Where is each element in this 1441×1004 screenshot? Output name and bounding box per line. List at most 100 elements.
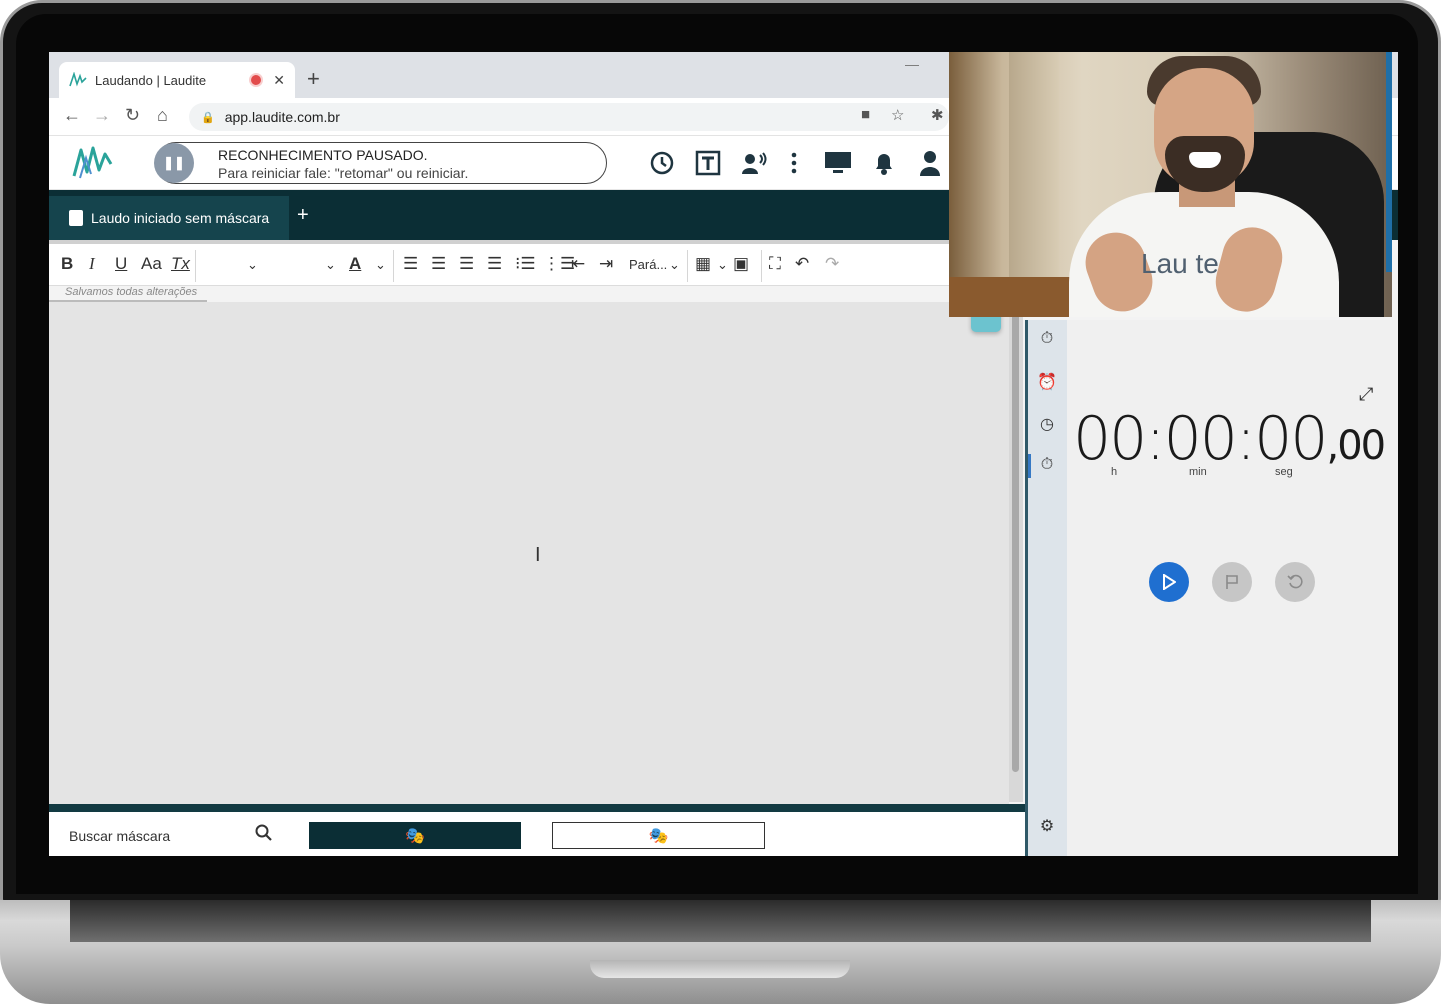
editor-scrollbar-thumb[interactable]: [1012, 312, 1019, 772]
expand-icon[interactable]: ⤢: [1359, 384, 1373, 405]
toolbar-divider: [195, 250, 196, 282]
laudite-favicon-icon: [69, 71, 87, 88]
stopwatch-main-value: 00:00:00: [1073, 404, 1328, 474]
editor-area[interactable]: [49, 302, 1009, 804]
recognition-status-title: RECONHECIMENTO PAUSADO.: [218, 147, 428, 163]
theater-mask-icon: 🎭: [405, 827, 425, 845]
editor-toolbar: B I U Aa Tx ⌄ ⌄ A ⌄ ☰ ☰ ☰ ☰ ⁝☰ ⋮☰ ⇤ ⇥ Pa…: [49, 240, 949, 286]
lock-icon: 🔒: [201, 111, 215, 124]
forward-arrow-icon[interactable]: →: [93, 105, 111, 126]
history-icon[interactable]: [647, 148, 677, 178]
recording-indicator-icon: [251, 75, 262, 85]
camera-icon[interactable]: ■: [861, 106, 870, 123]
stopwatch-icon[interactable]: ⏱: [1034, 456, 1060, 474]
alarm-icon[interactable]: ⏰: [1034, 372, 1060, 392]
back-arrow-icon[interactable]: ←: [63, 105, 81, 126]
toolbar-divider: [687, 250, 688, 282]
stopwatch-panel: ⤢ 00:00:00,00 h min seg: [1067, 320, 1398, 856]
text-template-icon[interactable]: [693, 148, 723, 178]
pause-recognition-button[interactable]: ❚❚: [154, 143, 194, 183]
voice-command-icon[interactable]: [739, 148, 769, 178]
stopwatch-display: 00:00:00,00: [1073, 404, 1386, 474]
mask-button-secondary[interactable]: 🎭: [552, 822, 765, 849]
webcam-edge: [1386, 52, 1392, 272]
webcam-overlay: Lau te: [949, 52, 1392, 317]
laptop-hinge: [70, 900, 1371, 942]
toolbar-divider: [393, 250, 394, 282]
table-icon[interactable]: ▦: [695, 254, 711, 274]
recognition-status-hint: Para reiniciar fale: "retomar" ou reinic…: [218, 165, 469, 181]
user-icon[interactable]: [915, 148, 945, 178]
text-cursor-icon: I: [535, 544, 541, 566]
align-justify-icon[interactable]: ☰: [487, 254, 502, 274]
bottom-divider: [49, 804, 1025, 812]
more-vert-icon[interactable]: [779, 148, 809, 178]
stopwatch-label-hours: h: [1111, 466, 1118, 478]
table-dropdown-icon[interactable]: ⌄: [717, 257, 728, 273]
extensions-icon[interactable]: ✱: [931, 106, 944, 124]
screen: Laudando | Laudite ✕ + — ← → ↻ ⌂ 🔒 app.l…: [49, 52, 1398, 856]
font-size-dropdown-icon[interactable]: ⌄: [325, 257, 336, 273]
url-text: app.laudite.com.br: [224, 109, 340, 125]
settings-gear-icon[interactable]: ⚙: [1034, 816, 1060, 836]
font-color-dropdown-icon[interactable]: ⌄: [375, 257, 386, 273]
webcam-mouth: [1189, 152, 1221, 168]
align-center-icon[interactable]: ☰: [431, 254, 446, 274]
theater-mask-icon: 🎭: [648, 827, 669, 845]
align-left-icon[interactable]: ☰: [403, 254, 418, 274]
redo-icon[interactable]: ↷: [825, 254, 839, 274]
fullscreen-icon[interactable]: ⛶: [769, 254, 781, 274]
paragraph-dropdown-icon[interactable]: ⌄: [669, 257, 680, 273]
undo-icon[interactable]: ↶: [795, 254, 809, 274]
saved-status-text: Salvamos todas alterações: [49, 286, 207, 302]
close-tab-icon[interactable]: ✕: [273, 72, 285, 89]
timer-icon[interactable]: ⏱: [1034, 330, 1060, 348]
bookmark-star-icon[interactable]: ☆: [891, 106, 904, 124]
stopwatch-label-seconds: seg: [1275, 466, 1293, 478]
laptop-notch: [590, 960, 850, 978]
browser-tab-title: Laudando | Laudite: [95, 72, 207, 88]
mask-search-input[interactable]: Buscar máscara: [69, 828, 170, 844]
browser-tab[interactable]: Laudando | Laudite ✕: [59, 62, 295, 98]
notification-bell-icon[interactable]: [869, 148, 899, 178]
reload-icon[interactable]: ↻: [125, 105, 140, 126]
mask-button-primary[interactable]: 🎭: [309, 822, 521, 849]
image-icon[interactable]: ▣: [733, 254, 749, 274]
font-case-button[interactable]: Aa: [141, 254, 162, 274]
clear-format-button[interactable]: Tx: [171, 254, 190, 274]
indent-icon[interactable]: ⇥: [599, 254, 613, 274]
editor-scrollbar[interactable]: [1009, 242, 1023, 802]
paragraph-style-dropdown[interactable]: Pará...: [629, 257, 667, 272]
underline-button[interactable]: U: [115, 254, 127, 274]
home-icon[interactable]: ⌂: [157, 105, 168, 126]
bold-button[interactable]: B: [61, 254, 73, 274]
document-tab-active[interactable]: Laudo iniciado sem máscara: [49, 196, 289, 240]
font-color-button[interactable]: A: [349, 254, 361, 274]
recognition-status-pill: ❚❚ RECONHECIMENTO PAUSADO. Para reinicia…: [154, 142, 607, 184]
stopwatch-label-minutes: min: [1189, 466, 1207, 478]
laptop-base: [0, 900, 1441, 1004]
search-icon[interactable]: [255, 824, 273, 847]
stopwatch-fraction-value: ,00: [1326, 423, 1386, 469]
lap-flag-button[interactable]: [1212, 562, 1252, 602]
world-clock-icon[interactable]: ◷: [1034, 414, 1060, 434]
active-rail-indicator: [1028, 454, 1031, 478]
url-field[interactable]: 🔒 app.laudite.com.br: [189, 103, 949, 131]
webcam-shirt-text: Lau te: [1141, 248, 1219, 279]
bullet-list-icon[interactable]: ⁝☰: [515, 254, 536, 274]
monitor-icon[interactable]: [823, 148, 853, 178]
document-tab-label: Laudo iniciado sem máscara: [91, 210, 270, 226]
start-stopwatch-button[interactable]: [1149, 562, 1189, 602]
minimize-window-button[interactable]: —: [905, 56, 919, 72]
mask-search-bar: Buscar máscara 🎭 🎭: [49, 812, 1025, 856]
font-family-dropdown-icon[interactable]: ⌄: [247, 257, 258, 273]
outdent-icon[interactable]: ⇤: [571, 254, 585, 274]
clock-side-rail: ⏱ ⏰ ◷ ⏱ ⚙: [1025, 320, 1067, 856]
laudite-logo-icon[interactable]: [71, 142, 117, 182]
add-document-tab-button[interactable]: +: [297, 204, 309, 227]
italic-button[interactable]: I: [89, 254, 95, 274]
align-right-icon[interactable]: ☰: [459, 254, 474, 274]
clipboard-icon: [69, 210, 83, 226]
reset-stopwatch-button[interactable]: [1275, 562, 1315, 602]
new-tab-button[interactable]: +: [307, 66, 320, 92]
